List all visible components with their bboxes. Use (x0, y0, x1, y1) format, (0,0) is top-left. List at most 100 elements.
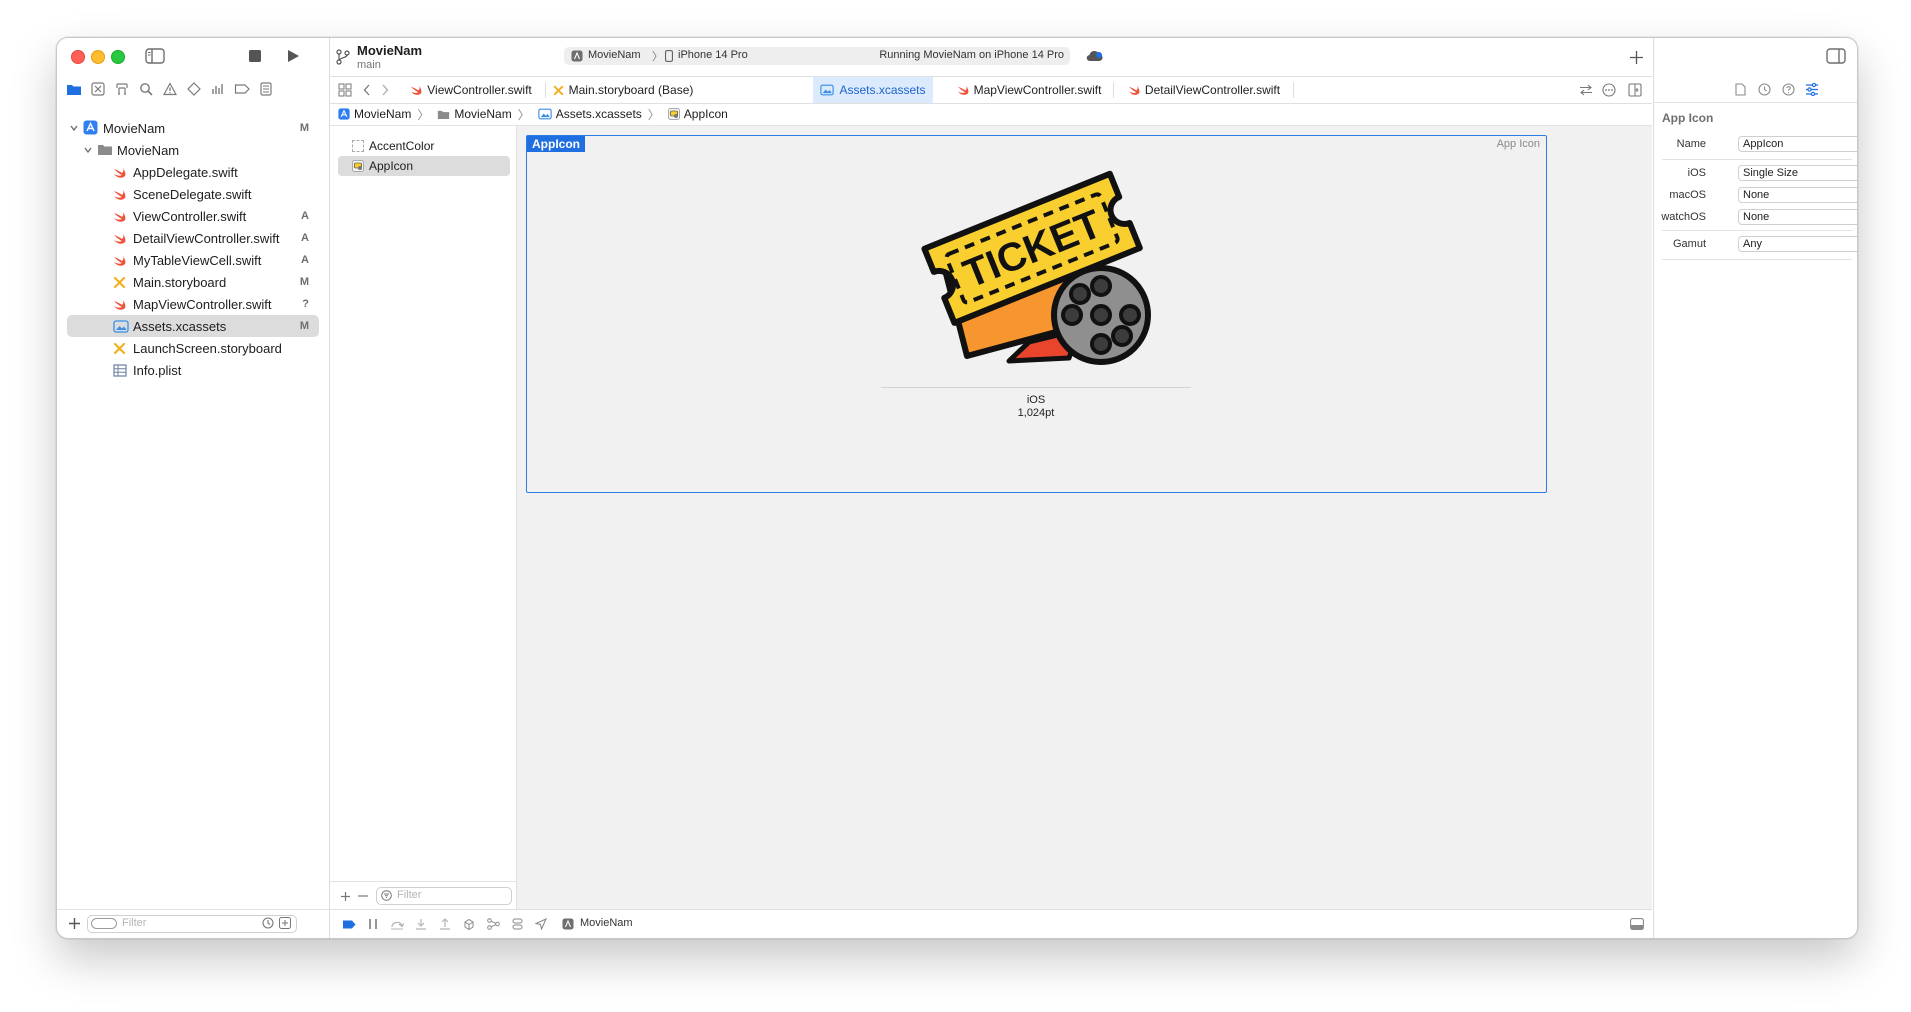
device-selector[interactable]: iPhone 14 Pro (678, 49, 748, 61)
watchos-popup[interactable]: None (1738, 209, 1857, 225)
back-chevron-icon[interactable] (358, 79, 376, 101)
appicon-set-frame[interactable]: AppIcon App Icon TICKET iOS 1,024pt (526, 135, 1547, 493)
swap-editor-icon[interactable] (1575, 79, 1597, 101)
tree-item-file-selected[interactable]: Assets.xcassets M (67, 315, 319, 337)
asset-canvas: AppIcon App Icon TICKET iOS 1,024pt (517, 126, 1652, 910)
app-icon-image[interactable]: TICKET (909, 158, 1159, 368)
tree-item-project[interactable]: MovieNam M (67, 117, 319, 139)
branch-icon[interactable] (334, 47, 352, 67)
storyboard-icon (113, 342, 127, 355)
asset-item[interactable]: AccentColor (338, 136, 510, 156)
step-over-icon[interactable] (386, 913, 408, 935)
related-items-grid-icon[interactable] (334, 79, 356, 101)
view-hierarchy-icon[interactable] (458, 913, 480, 935)
tab-mapviewcontroller[interactable]: MapViewController.swift (944, 77, 1114, 103)
tree-item-file[interactable]: MapViewController.swift ? (67, 293, 319, 315)
inspector-macos-row: macOS None (1654, 187, 1857, 205)
remove-asset-icon[interactable] (354, 887, 372, 905)
asset-filter-field[interactable]: Filter (376, 887, 512, 905)
forward-chevron-icon[interactable] (376, 79, 394, 101)
inspector-toggle-icon[interactable] (1824, 46, 1848, 66)
breadcrumb-asset[interactable]: AppIcon (667, 107, 728, 121)
recent-files-icon[interactable] (262, 917, 274, 929)
memory-graph-icon[interactable] (482, 913, 504, 935)
navigator-filter-field[interactable]: Filter (87, 915, 297, 933)
tree-item-file[interactable]: AppDelegate.swift (67, 161, 319, 183)
name-text-field[interactable]: AppIcon (1738, 136, 1857, 152)
environment-overrides-icon[interactable] (506, 913, 528, 935)
step-out-icon[interactable] (434, 913, 456, 935)
debug-process-label[interactable]: MovieNam (580, 917, 633, 929)
split-editor-icon[interactable] (1624, 79, 1646, 101)
tree-item-file[interactable]: Main.storyboard M (67, 271, 319, 293)
tab-assets[interactable]: Assets.xcassets (813, 77, 933, 103)
cloud-warning-icon[interactable] (1084, 48, 1104, 64)
add-library-icon[interactable] (1626, 47, 1646, 67)
find-navigator-icon[interactable] (133, 78, 159, 100)
scheme-selector[interactable]: MovieNam (588, 49, 641, 61)
tree-item-group[interactable]: MovieNam (67, 139, 319, 161)
tab-viewcontroller[interactable]: ViewController.swift (396, 77, 546, 103)
slot-size-label: 1,024pt (1017, 407, 1055, 419)
pause-icon[interactable] (362, 913, 384, 935)
tree-item-file[interactable]: DetailViewController.swift A (67, 227, 319, 249)
zoom-window-button[interactable] (111, 50, 125, 64)
breadcrumb-group[interactable]: MovieNam 〉 (437, 106, 530, 123)
ios-popup[interactable]: Single Size (1738, 165, 1857, 181)
issue-navigator-icon[interactable] (157, 78, 183, 100)
folder-navigator-icon[interactable] (61, 78, 87, 100)
asset-item-selected[interactable]: AppIcon (338, 156, 510, 176)
more-options-icon[interactable] (1598, 79, 1620, 101)
editor-area: MovieNam main MovieNam 〉 iPhone 14 Pro R… (330, 38, 1652, 938)
report-navigator-icon[interactable] (253, 78, 279, 100)
test-navigator-icon[interactable] (181, 78, 207, 100)
close-window-button[interactable] (71, 50, 85, 64)
source-control-navigator-icon[interactable] (85, 78, 111, 100)
run-button[interactable] (283, 46, 303, 66)
tree-item-label: LaunchScreen.storyboard (133, 340, 282, 356)
minimize-window-button[interactable] (91, 50, 105, 64)
debug-area-toggle-icon[interactable] (1626, 913, 1648, 935)
add-asset-icon[interactable] (336, 887, 354, 905)
tree-item-file[interactable]: Info.plist (67, 359, 319, 381)
field-value: None (1743, 189, 1770, 201)
tab-detailviewcontroller[interactable]: DetailViewController.swift (1114, 77, 1294, 103)
branch-label: main (357, 59, 381, 71)
field-value: Any (1743, 238, 1762, 250)
disclosure-chevron-icon[interactable] (83, 145, 95, 155)
filter-options-icon[interactable] (91, 918, 117, 929)
macos-popup[interactable]: None (1738, 187, 1857, 203)
help-inspector-icon[interactable] (1778, 79, 1798, 99)
stop-button[interactable] (245, 46, 265, 66)
disclosure-chevron-icon[interactable] (69, 123, 81, 133)
filter-icon (381, 890, 392, 901)
tree-item-file[interactable]: ViewController.swift A (67, 205, 319, 227)
asset-label: AccentColor (369, 139, 435, 153)
location-icon[interactable] (530, 913, 552, 935)
attributes-inspector-icon[interactable] (1802, 79, 1822, 99)
breakpoints-toggle-icon[interactable] (338, 913, 360, 935)
file-inspector-icon[interactable] (1730, 79, 1750, 99)
tree-item-file[interactable]: MyTableViewCell.swift A (67, 249, 319, 271)
asset-label: AppIcon (369, 159, 414, 173)
tree-item-file[interactable]: LaunchScreen.storyboard (67, 337, 319, 359)
tab-main-storyboard[interactable]: Main.storyboard (Base) (546, 77, 700, 103)
breadcrumb-catalog[interactable]: Assets.xcassets 〉 (538, 106, 660, 123)
tree-item-file[interactable]: SceneDelegate.swift (67, 183, 319, 205)
gamut-popup[interactable]: Any (1738, 236, 1857, 252)
scm-filter-icon[interactable] (279, 917, 291, 929)
history-inspector-icon[interactable] (1754, 79, 1774, 99)
debug-navigator-icon[interactable] (205, 78, 231, 100)
symbol-navigator-icon[interactable] (109, 78, 135, 100)
sidebar-toggle-icon[interactable] (143, 46, 167, 66)
tree-item-label: Main.storyboard (133, 274, 227, 290)
assets-icon (538, 108, 552, 120)
field-value: AppIcon (1743, 138, 1784, 150)
inspector-ios-row: iOS Single Size (1654, 165, 1857, 183)
jump-bar: MovieNam 〉 MovieNam 〉 Assets.xcassets 〉 App… (330, 103, 1652, 126)
breadcrumb-project[interactable]: MovieNam 〉 (338, 106, 429, 123)
scheme-app-icon (571, 50, 583, 62)
add-icon[interactable] (65, 914, 83, 932)
breakpoint-navigator-icon[interactable] (229, 78, 255, 100)
step-into-icon[interactable] (410, 913, 432, 935)
